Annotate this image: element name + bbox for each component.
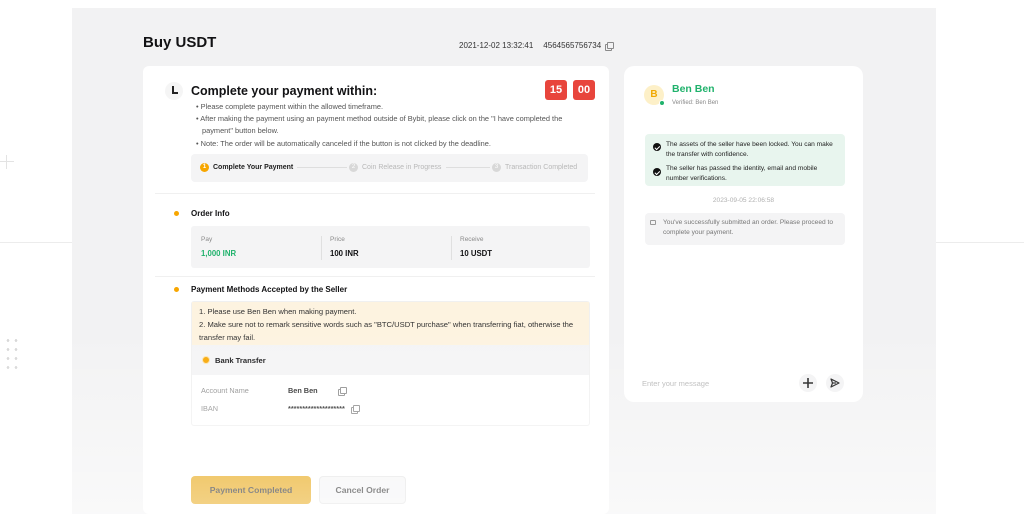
speaker-icon (650, 220, 656, 225)
payment-instructions: 1. Please use Ben Ben when making paymen… (192, 302, 589, 345)
order-number: 4564565756734 (543, 41, 602, 50)
receive-value: 10 USDT (460, 249, 493, 258)
dot-grid-decoration (4, 336, 20, 372)
iban-row: ******************** (288, 404, 360, 414)
page-title: Buy USDT (143, 34, 217, 51)
plus-icon[interactable] (799, 374, 817, 392)
step-coin-release: 2 Coin Release in Progress (349, 163, 441, 172)
send-icon[interactable] (826, 374, 844, 392)
price-value: 100 INR (330, 249, 359, 258)
column-separator (321, 236, 322, 260)
step-label: Complete Your Payment (213, 164, 294, 171)
price-column: Price 100 INR (330, 236, 359, 258)
account-name-row: Ben Ben (288, 386, 347, 396)
chat-timestamp: 2023-09-05 22:06:58 (712, 197, 775, 204)
instruction-line: 1. Please use Ben Ben when making paymen… (199, 307, 357, 316)
account-name-value: Ben Ben (288, 386, 318, 395)
payment-note: • Note: The order will be automatically … (196, 138, 491, 148)
order-info-box: Pay 1,000 INR Price 100 INR Receive 10 U… (191, 226, 590, 268)
receive-label: Receive (460, 236, 484, 243)
section-divider (155, 276, 595, 277)
receive-column: Receive 10 USDT (460, 236, 492, 258)
order-meta: 2021-12-02 13:32:41 4564565756734 (459, 41, 615, 51)
step-label: Transaction Completed (505, 164, 578, 171)
section-bullet (174, 287, 179, 292)
pay-label: Pay (201, 236, 213, 243)
payment-method-label: Bank Transfer (215, 355, 266, 365)
account-name-label: Account Name (201, 386, 249, 395)
step-number: 2 (349, 163, 358, 172)
payment-deadline-heading: Complete your payment within: (191, 84, 378, 98)
timer-seconds: 00 (573, 80, 595, 100)
step-number: 3 (492, 163, 501, 172)
pay-value: 1,000 INR (201, 249, 237, 258)
online-status-dot (659, 100, 665, 106)
instruction-line: 2. Make sure not to remark sensitive wor… (199, 320, 574, 342)
bank-icon (202, 356, 210, 364)
payment-note: • Please complete payment within the all… (196, 102, 384, 111)
copy-icon[interactable] (605, 41, 615, 51)
progress-steps: 1 Complete Your Payment 2 Coin Release i… (191, 154, 588, 182)
step-connector (297, 167, 347, 168)
price-label: Price (330, 236, 345, 243)
section-divider (155, 193, 595, 194)
step-number: 1 (200, 163, 209, 172)
order-message: You've successfully submitted an order. … (645, 213, 845, 245)
plus-decoration-icon (0, 155, 14, 169)
cancel-order-button[interactable]: Cancel Order (319, 476, 406, 504)
payment-note: • After making the payment using an paym… (196, 114, 563, 136)
copy-icon[interactable] (337, 386, 347, 396)
check-icon (653, 168, 661, 176)
timer-minutes: 15 (545, 80, 567, 100)
iban-label: IBAN (201, 404, 219, 413)
payment-method-tab[interactable]: Bank Transfer (192, 345, 589, 375)
payment-completed-button[interactable]: Payment Completed (191, 476, 311, 504)
payment-methods-title: Payment Methods Accepted by the Seller (191, 285, 348, 294)
seller-name: Ben Ben (672, 83, 715, 95)
step-label: Coin Release in Progress (362, 164, 442, 171)
payment-method-box: 1. Please use Ben Ben when making paymen… (191, 301, 590, 426)
iban-value: ******************** (288, 404, 345, 413)
message-input[interactable]: Enter your message (642, 379, 709, 388)
step-transaction-completed: 3 Transaction Completed (492, 163, 577, 172)
order-message-text: You've successfully submitted an order. … (663, 219, 833, 236)
seller-verified: Verified: Ben Ben (672, 100, 719, 106)
order-datetime: 2021-12-02 13:32:41 (459, 41, 534, 50)
copy-icon[interactable] (350, 404, 360, 414)
system-message: The seller has passed the identity, emai… (666, 165, 818, 182)
clock-icon (165, 82, 183, 100)
payment-notes: • Please complete payment within the all… (196, 101, 576, 150)
security-message: The assets of the seller have been locke… (645, 134, 845, 186)
step-connector (446, 167, 490, 168)
step-complete-payment: 1 Complete Your Payment (200, 163, 293, 172)
order-info-title: Order Info (191, 209, 230, 218)
check-icon (653, 143, 661, 151)
column-separator (451, 236, 452, 260)
pay-column: Pay 1,000 INR (201, 236, 236, 258)
section-bullet (174, 211, 179, 216)
system-message: The assets of the seller have been locke… (666, 141, 833, 158)
